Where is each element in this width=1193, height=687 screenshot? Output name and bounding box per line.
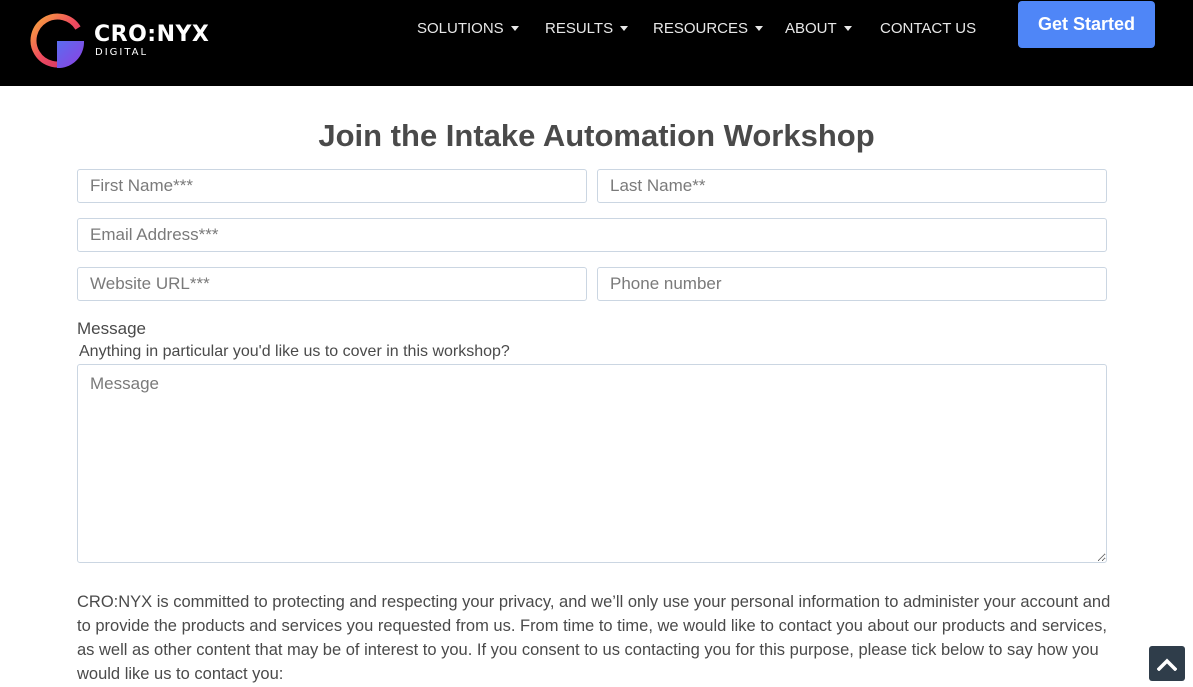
- get-started-button[interactable]: Get Started: [1018, 1, 1155, 48]
- chevron-up-icon: [1157, 658, 1177, 671]
- caret-down-icon: [755, 25, 764, 31]
- brand-logo[interactable]: CRO:NYX DIGITAL: [30, 12, 230, 70]
- brand-name: CRO:NYX: [94, 22, 210, 47]
- caret-down-icon: [620, 25, 629, 31]
- message-textarea[interactable]: [77, 364, 1107, 563]
- nav-about-label: ABOUT: [785, 19, 837, 37]
- phone-number-field[interactable]: [597, 267, 1107, 301]
- nav-about[interactable]: ABOUT: [785, 18, 852, 38]
- nav-solutions[interactable]: SOLUTIONS: [417, 18, 519, 38]
- site-header: CRO:NYX DIGITAL SOLUTIONS RESULTS RESOUR…: [0, 0, 1193, 86]
- brand-subtitle: DIGITAL: [95, 47, 149, 58]
- privacy-notice: CRO:NYX is committed to protecting and r…: [77, 593, 1111, 683]
- caret-down-icon: [843, 25, 852, 31]
- message-label: Message: [77, 319, 146, 338]
- nav-resources[interactable]: RESOURCES: [653, 18, 764, 38]
- form-title: Join the Intake Automation Workshop: [318, 118, 875, 153]
- nav-resources-label: RESOURCES: [653, 19, 749, 37]
- website-url-field[interactable]: [77, 267, 587, 301]
- nav-results-label: RESULTS: [545, 19, 614, 37]
- cronyx-logo-icon: [30, 13, 84, 68]
- last-name-field[interactable]: [597, 169, 1107, 203]
- nav-solutions-label: SOLUTIONS: [417, 19, 504, 37]
- first-name-field[interactable]: [77, 169, 587, 203]
- message-help-text: Anything in particular you'd like us to …: [79, 343, 510, 360]
- email-field[interactable]: [77, 218, 1107, 252]
- scroll-to-top-button[interactable]: [1149, 646, 1185, 681]
- nav-contact-us-label: CONTACT US: [880, 19, 977, 37]
- nav-results[interactable]: RESULTS: [545, 18, 629, 38]
- caret-down-icon: [510, 25, 519, 31]
- nav-contact-us[interactable]: CONTACT US: [880, 18, 976, 38]
